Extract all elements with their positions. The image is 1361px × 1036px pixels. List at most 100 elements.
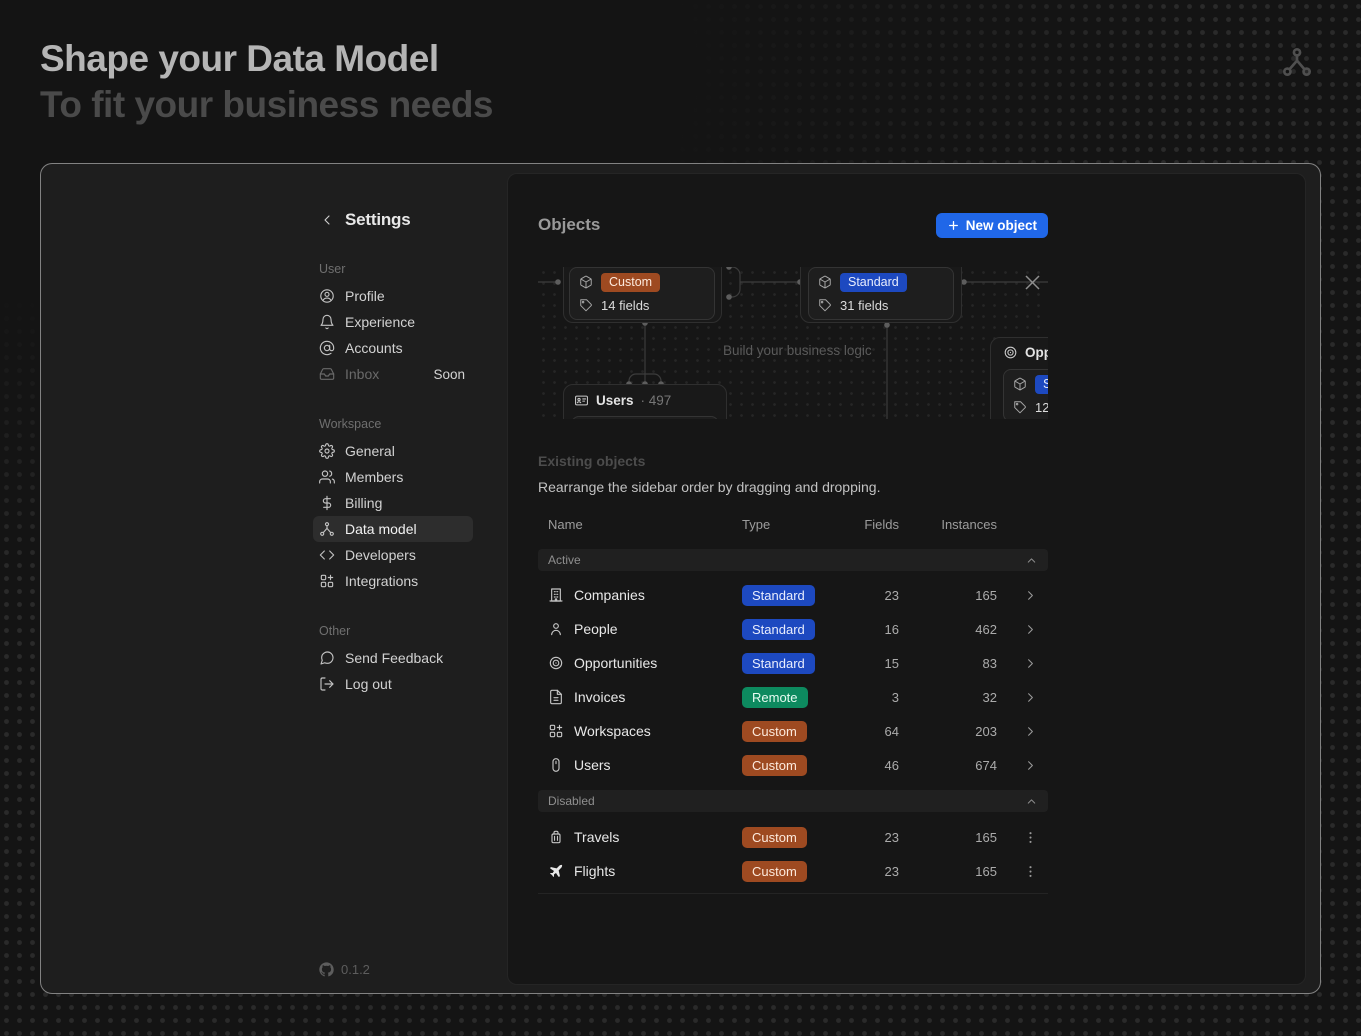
diagram-card-title: Users xyxy=(596,393,634,408)
instances-count: 203 xyxy=(907,724,1005,739)
chevron-right-icon[interactable] xyxy=(1023,724,1038,739)
data-model-icon xyxy=(1281,46,1313,78)
table-row[interactable]: Flights Custom 23 165 xyxy=(538,854,1048,888)
fields-count: 16 xyxy=(838,622,907,637)
sidebar-item-send-feedback[interactable]: Send Feedback xyxy=(313,645,473,671)
sidebar-item-experience[interactable]: Experience xyxy=(313,309,473,335)
message-icon xyxy=(319,650,335,666)
table-row[interactable]: Workspaces Custom 64 203 xyxy=(538,714,1048,748)
table-row[interactable]: Companies Standard 23 165 xyxy=(538,578,1048,612)
object-name: Companies xyxy=(574,587,645,603)
tag-icon xyxy=(579,298,593,312)
table-row[interactable]: Users Custom 46 674 xyxy=(538,748,1048,782)
object-name: Users xyxy=(574,757,611,773)
diagram-standard-card[interactable]: Standard 31 fields xyxy=(808,267,954,320)
object-name: Flights xyxy=(574,863,615,879)
sidebar-item-log-out[interactable]: Log out xyxy=(313,671,473,697)
fields-count: 3 xyxy=(838,690,907,705)
sidebar-item-label: Integrations xyxy=(345,573,418,589)
type-badge: Custom xyxy=(742,827,807,848)
fields-count: 23 xyxy=(838,864,907,879)
page-hero: Shape your Data Model To fit your busine… xyxy=(40,36,493,128)
sidebar-item-inbox: Inbox Soon xyxy=(313,361,473,387)
instances-count: 165 xyxy=(907,830,1005,845)
sidebar-item-data-model[interactable]: Data model xyxy=(313,516,473,542)
mouse-icon xyxy=(548,757,564,773)
diagram-custom-card[interactable]: Custom 14 fields xyxy=(569,267,715,320)
chevron-right-icon[interactable] xyxy=(1023,690,1038,705)
chevron-right-icon[interactable] xyxy=(1023,758,1038,773)
data-model-icon xyxy=(319,521,335,537)
building-icon xyxy=(548,587,564,603)
new-object-button[interactable]: New object xyxy=(936,213,1048,238)
chevron-right-icon[interactable] xyxy=(1023,588,1038,603)
objects-content-panel: Objects New object xyxy=(507,173,1306,985)
sidebar-item-label: General xyxy=(345,443,395,459)
sidebar-item-label: Inbox xyxy=(345,366,379,382)
fields-count: 14 fields xyxy=(601,298,649,313)
type-badge: Standard xyxy=(742,619,815,640)
gear-icon xyxy=(319,443,335,459)
instances-count: 674 xyxy=(907,758,1005,773)
plane-icon xyxy=(548,863,564,879)
sidebar-item-label: Profile xyxy=(345,288,385,304)
members-icon xyxy=(319,469,335,485)
bell-icon xyxy=(319,314,335,330)
sidebar-item-label: Billing xyxy=(345,495,382,511)
table-row[interactable]: Opportunities Standard 15 83 xyxy=(538,646,1048,680)
sidebar-item-profile[interactable]: Profile xyxy=(313,283,473,309)
section-label: Workspace xyxy=(313,417,473,431)
logout-icon xyxy=(319,676,335,692)
person-icon xyxy=(548,621,564,637)
plus-icon xyxy=(947,219,960,232)
inbox-icon xyxy=(319,366,335,382)
instances-count: 32 xyxy=(907,690,1005,705)
chevron-right-icon[interactable] xyxy=(1023,622,1038,637)
sidebar-item-integrations[interactable]: Integrations xyxy=(313,568,473,594)
type-badge: Standard xyxy=(742,653,815,674)
section-label: Disabled xyxy=(548,794,595,808)
table-row[interactable]: Invoices Remote 3 32 xyxy=(538,680,1048,714)
objects-header: Objects New object xyxy=(538,212,1048,238)
column-type: Type xyxy=(725,517,838,532)
column-fields: Fields xyxy=(838,517,907,532)
sidebar-item-billing[interactable]: Billing xyxy=(313,490,473,516)
objects-title: Objects xyxy=(538,215,600,235)
diagram-card-title: Opportunities xyxy=(1025,345,1048,360)
kebab-menu-icon[interactable] xyxy=(1023,830,1038,845)
tag-icon xyxy=(818,298,832,312)
type-badge: Custom xyxy=(742,861,807,882)
object-name: Invoices xyxy=(574,689,625,705)
disabled-section-toggle[interactable]: Disabled xyxy=(538,790,1048,812)
sidebar-item-members[interactable]: Members xyxy=(313,464,473,490)
sidebar-section-other: Other Send Feedback Log out xyxy=(313,624,473,697)
diagram-users-card[interactable]: Users · 497 xyxy=(563,384,727,419)
sidebar-item-developers[interactable]: Developers xyxy=(313,542,473,568)
table-row[interactable]: People Standard 16 462 xyxy=(538,612,1048,646)
fields-count: 64 xyxy=(838,724,907,739)
sidebar-item-label: Experience xyxy=(345,314,415,330)
page-subtitle: To fit your business needs xyxy=(40,82,493,128)
target-icon xyxy=(548,655,564,671)
settings-back[interactable]: Settings xyxy=(313,208,473,232)
sidebar-item-accounts[interactable]: Accounts xyxy=(313,335,473,361)
instances-count: 462 xyxy=(907,622,1005,637)
box-icon xyxy=(1013,377,1027,391)
diagram-opportunities-card[interactable]: Opportunities Standard 12 fields xyxy=(990,337,1048,419)
kebab-menu-icon[interactable] xyxy=(1023,864,1038,879)
type-badge: Custom xyxy=(601,273,660,292)
file-icon xyxy=(548,689,564,705)
sidebar-section-workspace: Workspace General Members Billing Data m… xyxy=(313,417,473,594)
sidebar-item-general[interactable]: General xyxy=(313,438,473,464)
existing-objects-heading: Existing objects xyxy=(538,453,1048,469)
chevron-right-icon[interactable] xyxy=(1023,656,1038,671)
id-card-icon xyxy=(574,393,589,408)
settings-panel: Settings User Profile Experience Account… xyxy=(40,163,1321,994)
version-number: 0.1.2 xyxy=(341,962,370,977)
instances-count: 165 xyxy=(907,864,1005,879)
active-section-toggle[interactable]: Active xyxy=(538,549,1048,571)
table-header: Name Type Fields Instances xyxy=(538,515,1048,533)
table-row[interactable]: Travels Custom 23 165 xyxy=(538,820,1048,854)
object-name: People xyxy=(574,621,618,637)
type-badge: Standard xyxy=(1035,375,1048,394)
